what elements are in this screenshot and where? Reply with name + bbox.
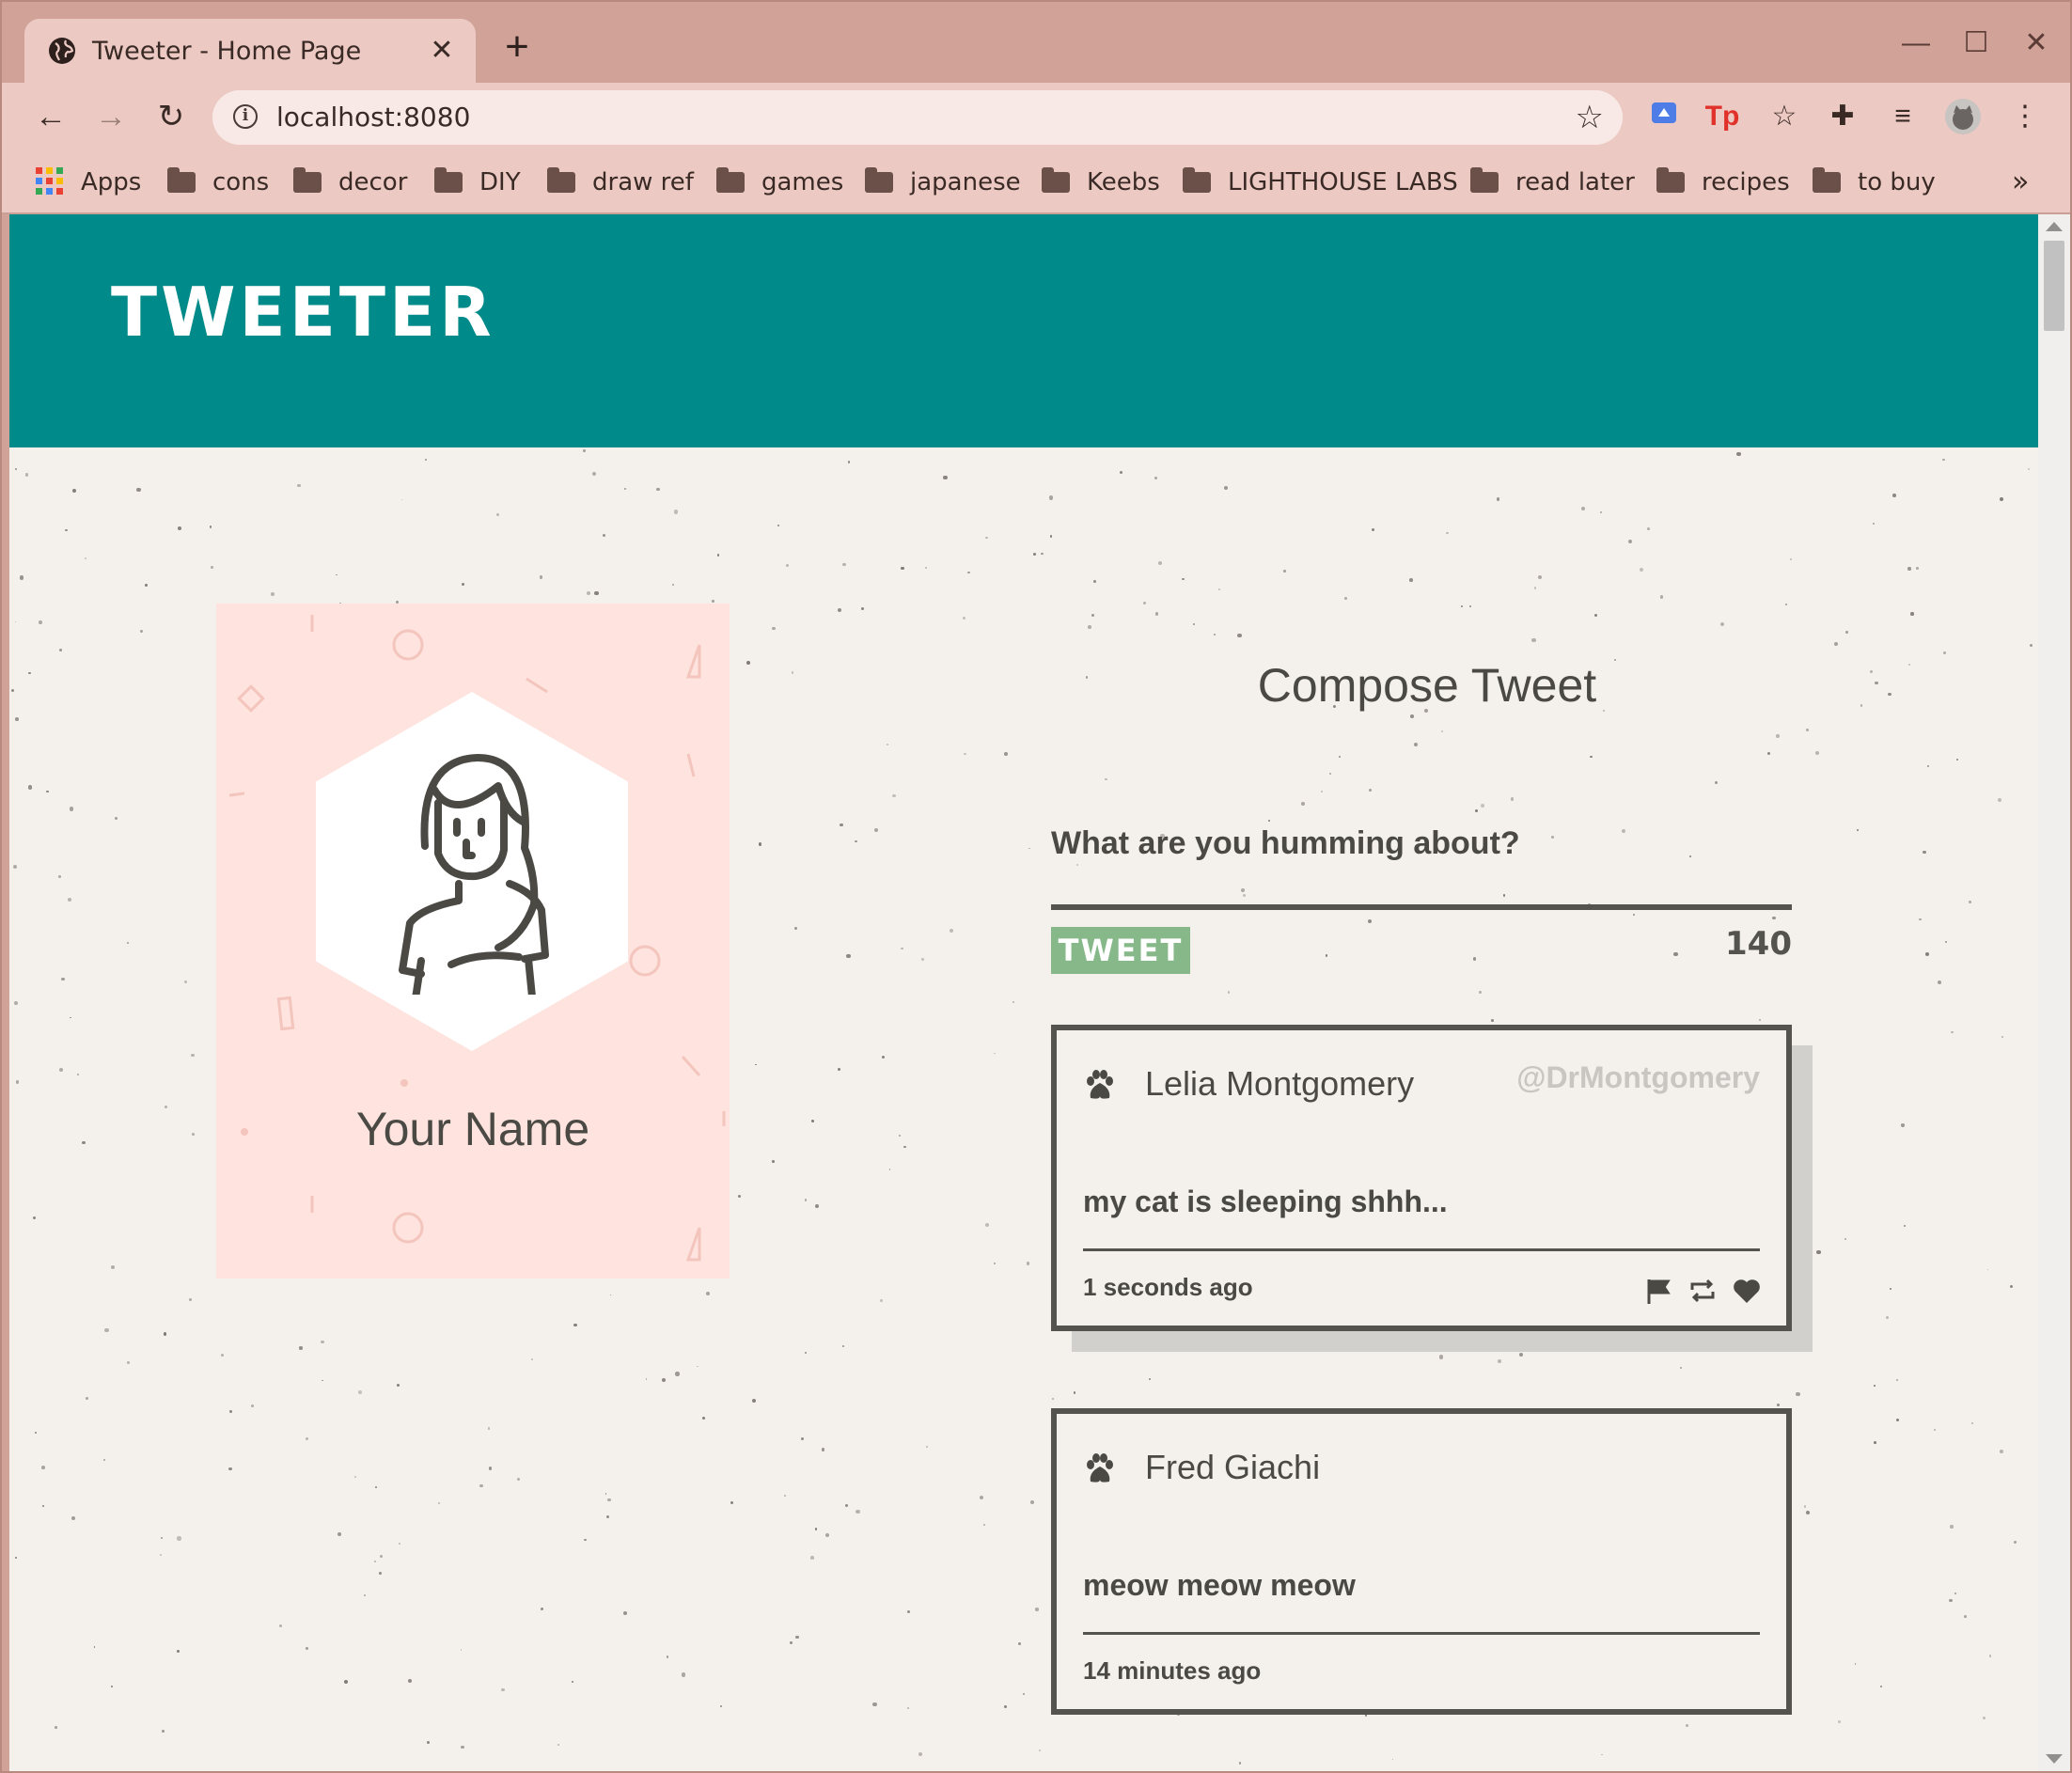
bookmark-lighthouse-labs[interactable]: LIGHTHOUSE LABS [1183, 164, 1458, 201]
bookmarks-overflow-button[interactable]: » [2012, 164, 2029, 201]
extensions-puzzle-icon[interactable]: ✚ [1824, 98, 1861, 135]
tweet-divider [1083, 1632, 1760, 1635]
bookmark-label: decor [338, 168, 408, 196]
reload-icon[interactable]: ↻ [150, 96, 192, 137]
forward-arrow-icon[interactable]: → [90, 96, 132, 137]
extension-tp-icon[interactable]: Tp [1703, 98, 1741, 135]
folder-icon [1470, 167, 1499, 193]
tweet-actions [1633, 1277, 1760, 1309]
new-tab-button[interactable]: + [498, 26, 536, 68]
folder-icon [293, 167, 322, 193]
browser-tab[interactable]: Tweeter - Home Page ✕ [24, 19, 476, 85]
profile-card: Your Name [216, 604, 730, 1279]
folder-icon [865, 167, 893, 193]
tweet-timestamp: 14 minutes ago [1083, 1656, 1262, 1685]
tweet-content: meow meow meow [1083, 1568, 1356, 1602]
bookmark-japanese[interactable]: japanese [865, 164, 1021, 201]
bookmark-draw-ref[interactable]: draw ref [547, 164, 694, 201]
bookmark-label: to buy [1858, 168, 1936, 196]
bookmark-cons[interactable]: cons [167, 164, 269, 201]
tweet-content: my cat is sleeping shhh... [1083, 1185, 1448, 1218]
compose-title: Compose Tweet [1257, 659, 1597, 712]
back-arrow-icon[interactable]: ← [30, 96, 71, 137]
close-window-icon[interactable]: ✕ [2017, 24, 2055, 62]
tweet-author: Fred Giachi [1145, 1448, 1321, 1486]
bookmark-keebs[interactable]: Keebs [1042, 164, 1160, 201]
reading-list-star-icon[interactable]: ☆ [1766, 98, 1803, 135]
media-queue-icon[interactable]: ≡ [1884, 98, 1922, 135]
bookmark-label: read later [1515, 168, 1635, 196]
apps-grid-icon [36, 167, 64, 196]
textarea-underline [1051, 904, 1792, 910]
bookmark-read-later[interactable]: read later [1470, 164, 1635, 201]
bookmarks-bar: Apps cons decor DIY draw ref games japan… [2, 152, 2070, 214]
folder-icon [547, 167, 575, 193]
paw-icon [1087, 1070, 1113, 1099]
bookmark-apps[interactable]: Apps [36, 164, 141, 201]
extension-screenshot-icon[interactable] [1645, 98, 1683, 135]
retweet-icon[interactable] [1688, 1277, 1717, 1305]
folder-icon [167, 167, 196, 193]
bookmark-label: LIGHTHOUSE LABS [1228, 168, 1458, 196]
page-viewport: TWEETER Your Name Compose Tweet What are… [9, 214, 2038, 1771]
tweet-timestamp: 1 seconds ago [1083, 1273, 1253, 1301]
avatar-icon [399, 754, 549, 995]
folder-icon [1183, 167, 1211, 193]
bookmark-label: games [761, 168, 844, 196]
heart-icon[interactable] [1732, 1277, 1760, 1305]
folder-icon [434, 167, 463, 193]
paw-icon [1087, 1453, 1113, 1483]
bookmark-label: japanese [910, 168, 1021, 196]
page-header: TWEETER [9, 214, 2038, 447]
tweet-textarea[interactable]: What are you humming about? [1051, 825, 1520, 862]
tweet-handle: @DrMontgomery [1516, 1060, 1760, 1094]
site-info-icon[interactable]: i [233, 104, 258, 129]
bookmark-to-buy[interactable]: to buy [1813, 164, 1936, 201]
maximize-icon[interactable]: ☐ [1957, 24, 1995, 62]
bookmark-label: draw ref [592, 168, 694, 196]
bookmark-recipes[interactable]: recipes [1656, 164, 1790, 201]
character-counter: 140 [1725, 925, 1792, 963]
browser-window: Tweeter - Home Page ✕ + — ☐ ✕ ← → ↻ i lo… [0, 0, 2072, 1773]
address-url[interactable]: localhost:8080 [276, 102, 470, 133]
minimize-icon[interactable]: — [1897, 24, 1935, 62]
tweet-button[interactable]: TWEET [1051, 927, 1190, 974]
bookmark-games[interactable]: games [716, 164, 843, 201]
folder-icon [1042, 167, 1070, 193]
tweet-author: Lelia Montgomery [1145, 1064, 1415, 1103]
folder-icon [1656, 167, 1685, 193]
bookmark-diy[interactable]: DIY [434, 164, 521, 201]
close-tab-icon[interactable]: ✕ [425, 34, 459, 68]
tweet-divider [1083, 1248, 1760, 1251]
bookmark-star-icon[interactable]: ☆ [1576, 100, 1604, 135]
brand-logo: TWEETER [111, 273, 495, 352]
profile-avatar-icon[interactable] [1944, 98, 1982, 135]
browser-menu-icon[interactable]: ⋮ [2006, 98, 2044, 135]
scrollbar-thumb[interactable] [2044, 241, 2064, 331]
folder-icon [716, 167, 745, 193]
bookmark-decor[interactable]: decor [293, 164, 407, 201]
folder-icon [1813, 167, 1841, 193]
tab-title: Tweeter - Home Page [92, 37, 362, 66]
address-bar[interactable]: i localhost:8080 ☆ [212, 90, 1623, 145]
flag-icon[interactable] [1644, 1277, 1672, 1305]
tab-strip: Tweeter - Home Page ✕ + — ☐ ✕ [2, 2, 2070, 85]
tweet-card: Fred Giachi meow meow meow 14 minutes ag… [1051, 1408, 1792, 1715]
bookmark-label: recipes [1702, 168, 1790, 196]
bookmark-label: DIY [479, 168, 521, 196]
browser-toolbar: ← → ↻ i localhost:8080 ☆ Tp ☆ ✚ ≡ ⋮ [2, 83, 2070, 152]
bookmark-label: Apps [81, 168, 142, 196]
scroll-up-arrow-icon[interactable] [2046, 222, 2063, 231]
globe-icon [49, 38, 75, 64]
scroll-down-arrow-icon[interactable] [2046, 1754, 2063, 1764]
profile-name: Your Name [355, 1103, 590, 1155]
bookmark-label: cons [212, 168, 270, 196]
tweet-card: Lelia Montgomery @DrMontgomery my cat is… [1051, 1025, 1792, 1331]
vertical-scrollbar[interactable] [2038, 214, 2070, 1771]
bookmark-label: Keebs [1087, 168, 1160, 196]
